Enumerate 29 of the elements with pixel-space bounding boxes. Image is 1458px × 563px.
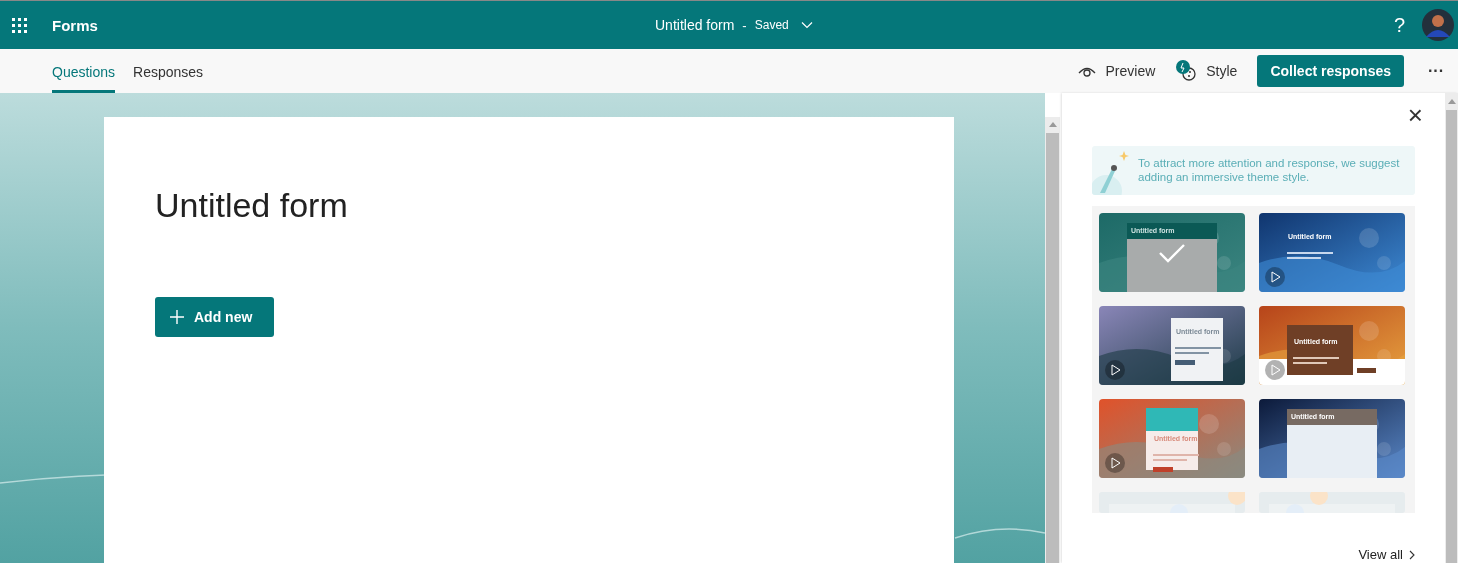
checkmark-icon (1158, 243, 1186, 263)
more-button[interactable]: ··· (1424, 62, 1448, 80)
form-title[interactable]: Untitled form (655, 17, 735, 33)
eye-icon (1078, 65, 1097, 77)
scrollbar-thumb[interactable] (1046, 133, 1059, 563)
app-name: Forms (52, 16, 98, 34)
chevron-down-icon[interactable] (800, 21, 813, 29)
scrollbar[interactable] (1445, 93, 1458, 563)
preview-button[interactable]: Preview (1078, 63, 1156, 79)
scrollbar-thumb[interactable] (1446, 110, 1457, 563)
form-heading[interactable]: Untitled form (155, 185, 348, 225)
scrollbar[interactable] (1045, 117, 1060, 563)
scroll-up-icon[interactable] (1048, 122, 1057, 127)
scroll-up-icon[interactable] (1447, 99, 1456, 104)
app-launcher-icon[interactable] (12, 17, 27, 33)
plus-icon (170, 310, 184, 324)
close-button[interactable]: × (1407, 102, 1423, 128)
view-all-link[interactable]: View all (1358, 547, 1403, 562)
help-button[interactable]: ? (1393, 13, 1405, 37)
separator: - (742, 17, 747, 33)
tip-text: To attract more attention and response, we suggest adding an immersive theme style. (1137, 156, 1401, 184)
save-status: Saved (754, 18, 789, 32)
collect-responses-button[interactable]: Collect responses (1257, 55, 1404, 87)
style-button[interactable]: Style (1175, 60, 1238, 82)
tab[interactable]: Responses (133, 49, 204, 93)
palette-icon (1175, 60, 1198, 82)
chevron-right-icon[interactable] (1409, 549, 1415, 560)
avatar-icon[interactable] (1422, 9, 1454, 41)
add-new-button[interactable]: Add new (155, 297, 274, 337)
